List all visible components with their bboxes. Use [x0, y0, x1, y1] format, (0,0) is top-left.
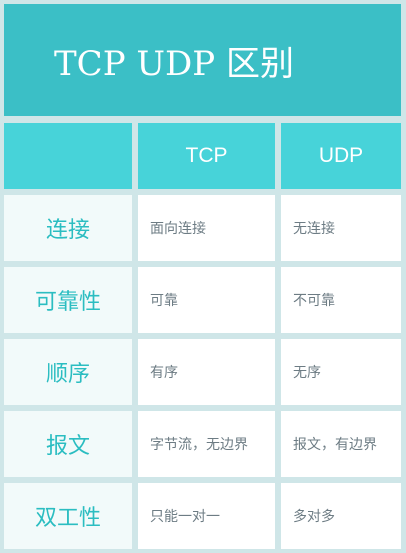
tcp-value: 面向连接	[138, 195, 275, 261]
udp-value: 报文，有边界	[281, 411, 401, 477]
row-label: 报文	[4, 411, 132, 477]
row-label: 双工性	[4, 483, 132, 549]
table-row: 报文 字节流，无边界 报文，有边界	[4, 411, 401, 477]
table-row: 顺序 有序 无序	[4, 339, 401, 405]
table-row: 可靠性 可靠 不可靠	[4, 267, 401, 333]
header-tcp: TCP	[138, 123, 275, 189]
udp-value: 无连接	[281, 195, 401, 261]
table-row: 连接 面向连接 无连接	[4, 195, 401, 261]
row-label: 可靠性	[4, 267, 132, 333]
row-label: 顺序	[4, 339, 132, 405]
header-udp: UDP	[281, 123, 401, 189]
header-corner-cell	[4, 123, 132, 189]
title-banner: TCP UDP 区别	[4, 4, 401, 116]
page-title: TCP UDP 区别	[54, 43, 294, 84]
table-header-row: TCP UDP	[4, 123, 401, 189]
tcp-value: 字节流，无边界	[138, 411, 275, 477]
tcp-value: 只能一对一	[138, 483, 275, 549]
row-label: 连接	[4, 195, 132, 261]
table-row: 双工性 只能一对一 多对多	[4, 483, 401, 549]
udp-value: 无序	[281, 339, 401, 405]
udp-value: 不可靠	[281, 267, 401, 333]
tcp-value: 可靠	[138, 267, 275, 333]
tcp-value: 有序	[138, 339, 275, 405]
comparison-table: TCP UDP 连接 面向连接 无连接 可靠性 可靠 不可靠 顺序 有序 无序 …	[4, 123, 401, 549]
udp-value: 多对多	[281, 483, 401, 549]
